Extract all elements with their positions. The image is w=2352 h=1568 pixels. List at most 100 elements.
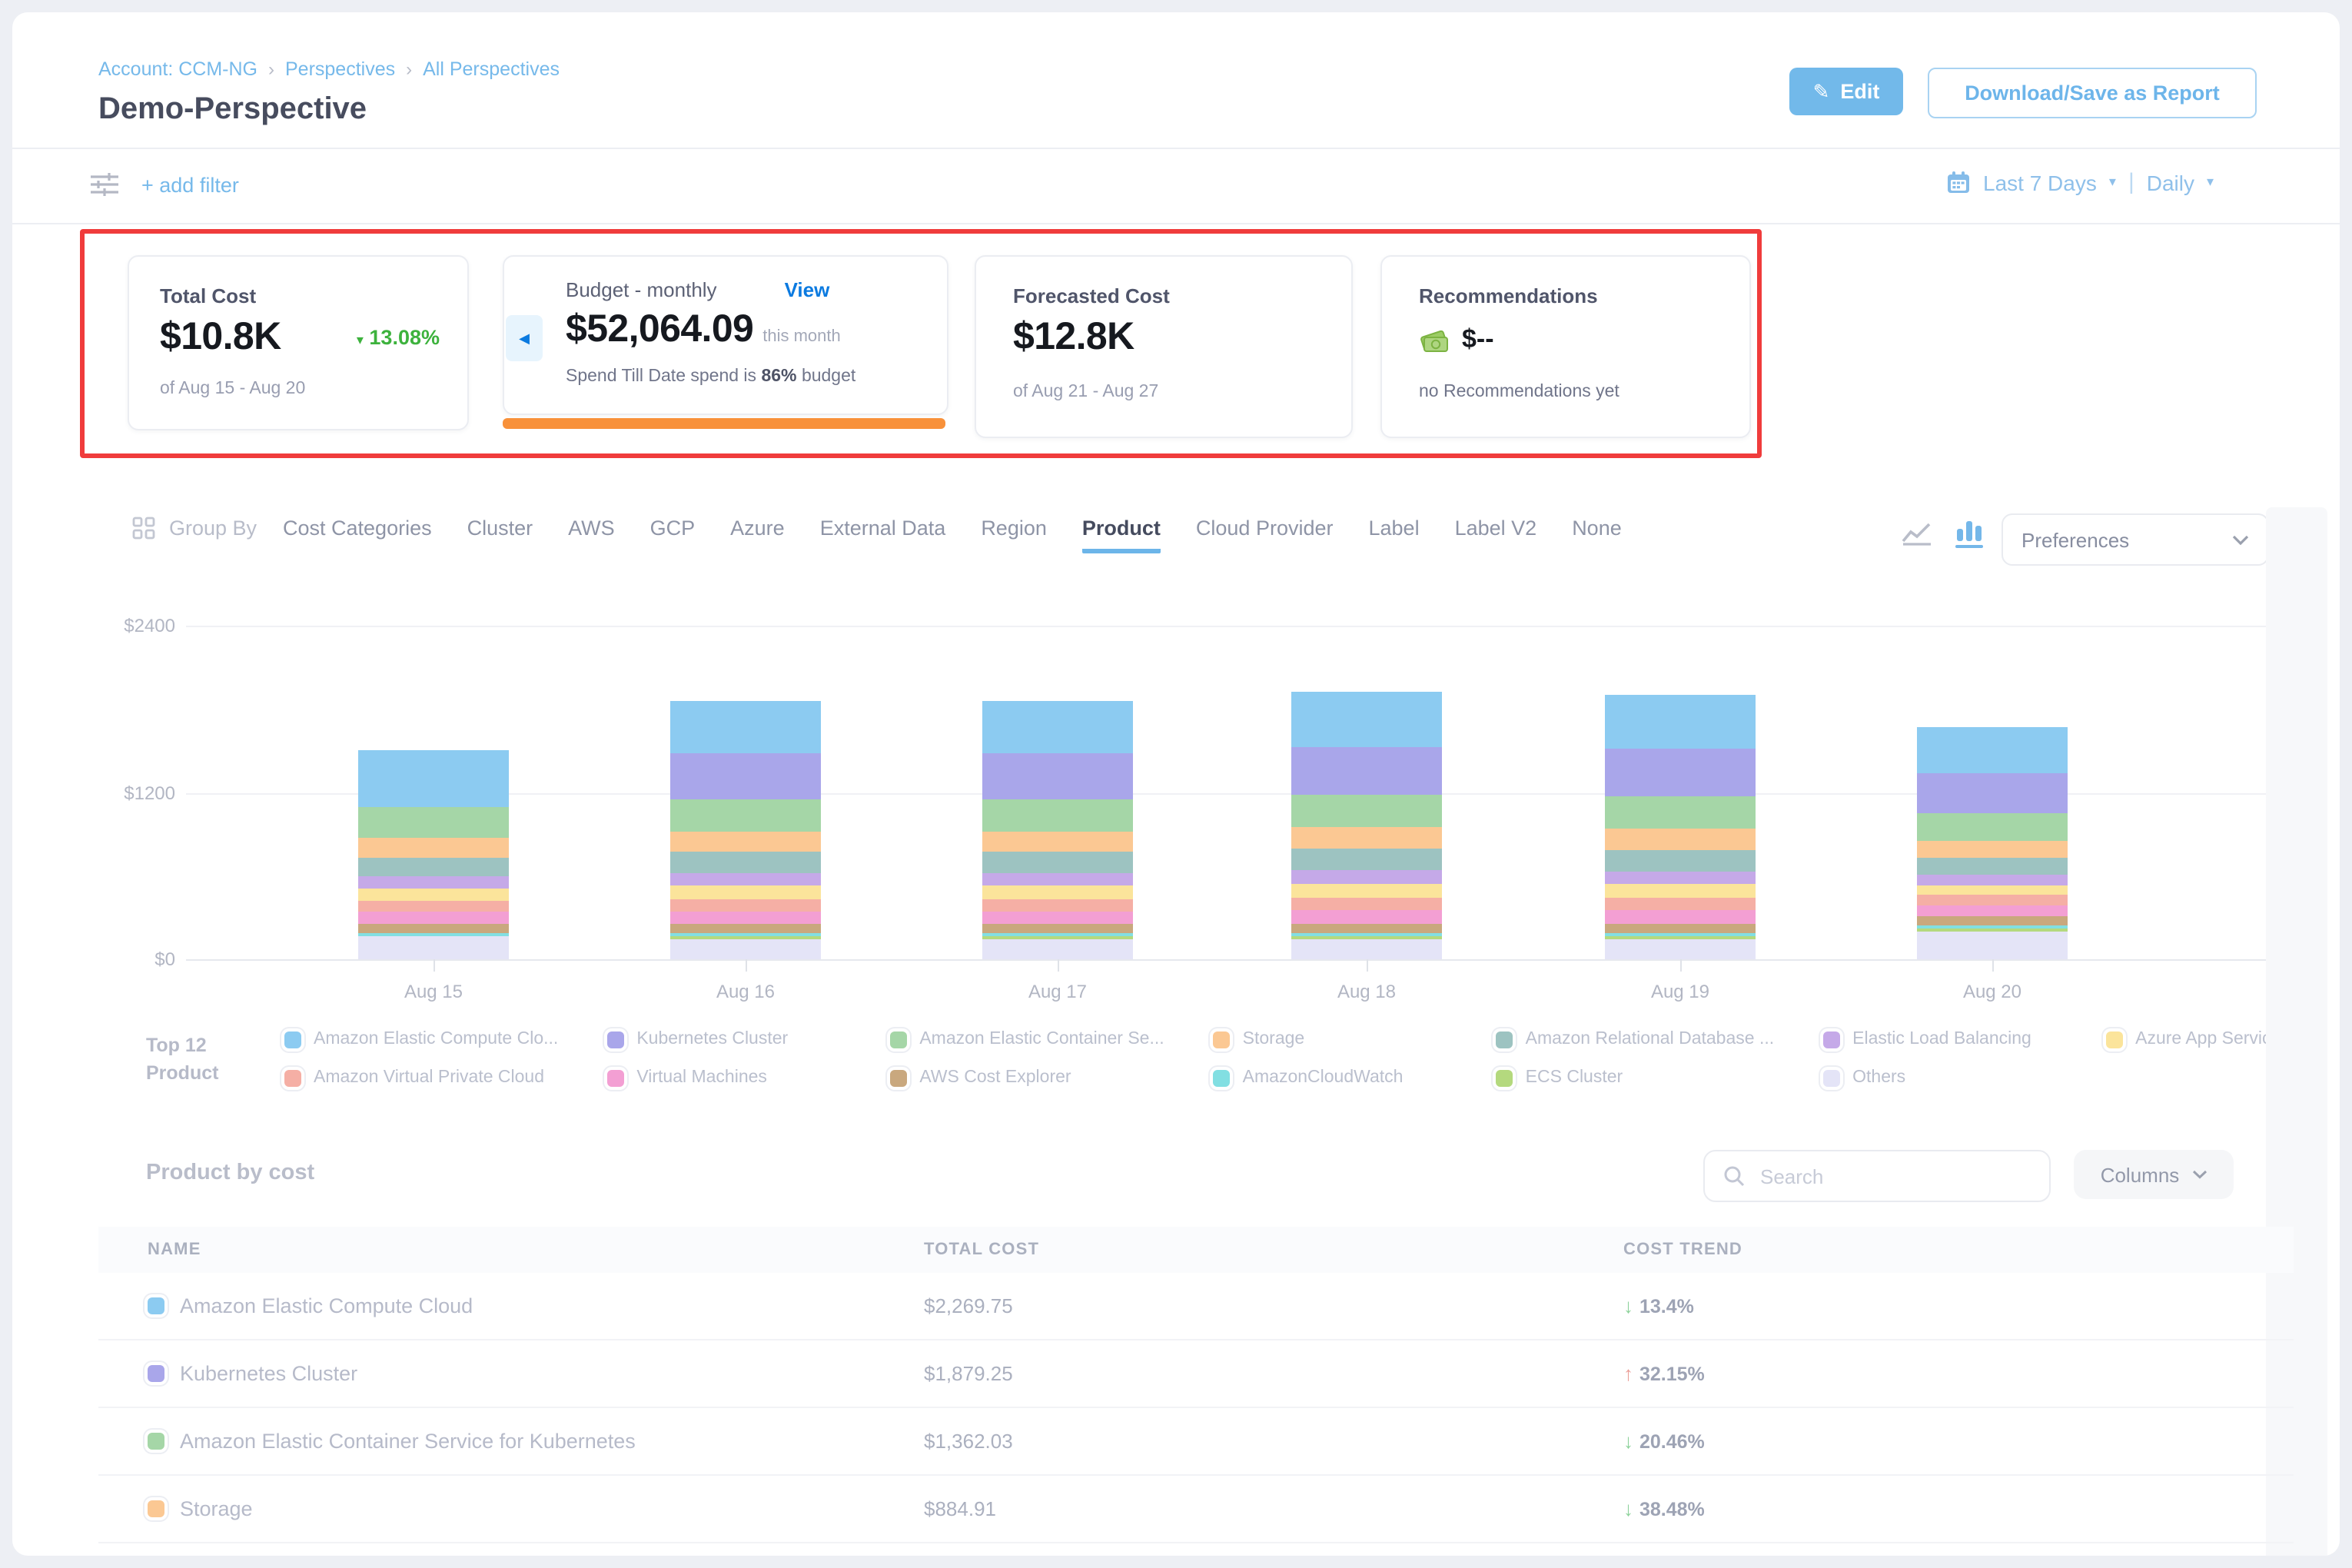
bar-segment-others[interactable] bbox=[1917, 932, 2068, 959]
bar-segment-amazon-virtual-private-cloud[interactable] bbox=[1291, 898, 1442, 911]
bar-segment-others[interactable] bbox=[670, 939, 821, 959]
legend-item-amazon-elastic-compute-cloud[interactable]: Amazon Elastic Compute Clo... bbox=[284, 1030, 558, 1048]
bar-segment-amazon-elastic-container-service-for-kubernetes[interactable] bbox=[982, 799, 1133, 832]
legend-item-kubernetes-cluster[interactable]: Kubernetes Cluster bbox=[607, 1030, 841, 1048]
preferences-dropdown[interactable]: Preferences bbox=[2002, 513, 2269, 566]
legend-item-amazon-elastic-container-service-for-kubernetes[interactable]: Amazon Elastic Container Se... bbox=[890, 1030, 1164, 1048]
bar-segment-storage[interactable] bbox=[982, 832, 1133, 852]
bar-segment-amazon-relational-database-service[interactable] bbox=[1605, 850, 1756, 871]
bar-segment-aws-cost-explorer[interactable] bbox=[1605, 924, 1756, 933]
bar-segment-ecs-cluster[interactable] bbox=[982, 936, 1133, 939]
bar-segment-storage[interactable] bbox=[1291, 827, 1442, 849]
bar-segment-elastic-load-balancing[interactable] bbox=[982, 873, 1133, 885]
tab-gcp[interactable]: GCP bbox=[650, 517, 696, 549]
tab-label[interactable]: Label bbox=[1369, 517, 1420, 549]
bar-segment-amazon-elastic-container-service-for-kubernetes[interactable] bbox=[1291, 795, 1442, 827]
legend-item-ecs-cluster[interactable]: ECS Cluster bbox=[1497, 1068, 1774, 1087]
bar-segment-others[interactable] bbox=[1291, 939, 1442, 959]
edit-button[interactable]: ✎ Edit bbox=[1789, 68, 1903, 115]
bar-segment-amazon-virtual-private-cloud[interactable] bbox=[670, 899, 821, 912]
bar-segment-amazon-relational-database-service[interactable] bbox=[358, 858, 509, 876]
bar-segment-kubernetes-cluster[interactable] bbox=[1605, 749, 1756, 796]
bar-segment-aws-cost-explorer[interactable] bbox=[1917, 915, 2068, 926]
bar-segment-kubernetes-cluster[interactable] bbox=[1917, 773, 2068, 813]
bar-segment-azure-app-service[interactable] bbox=[1291, 884, 1442, 898]
tab-cloud-provider[interactable]: Cloud Provider bbox=[1196, 517, 1334, 549]
bar-segment-virtual-machines[interactable] bbox=[1291, 911, 1442, 924]
line-chart-icon[interactable] bbox=[1900, 520, 1934, 546]
bar-segment-amazoncloudwatch[interactable] bbox=[1605, 933, 1756, 937]
granularity-selector[interactable]: Daily bbox=[2147, 170, 2194, 194]
bar-segment-amazoncloudwatch[interactable] bbox=[1917, 926, 2068, 929]
add-filter-link[interactable]: + add filter bbox=[141, 174, 239, 197]
bar-segment-amazon-elastic-compute-cloud[interactable] bbox=[670, 701, 821, 754]
search-input[interactable] bbox=[1757, 1163, 1994, 1189]
bar-segment-kubernetes-cluster[interactable] bbox=[1291, 746, 1442, 794]
bar-segment-amazoncloudwatch[interactable] bbox=[670, 933, 821, 937]
legend-item-others[interactable]: Others bbox=[1823, 1068, 2057, 1087]
chevron-down-icon[interactable]: ▾ bbox=[2109, 174, 2116, 191]
breadcrumb-account[interactable]: Account: CCM-NG bbox=[98, 58, 257, 80]
tab-none[interactable]: None bbox=[1572, 517, 1622, 549]
budget-view-link[interactable]: View bbox=[785, 278, 830, 301]
download-save-report-button[interactable]: Download/Save as Report bbox=[1928, 68, 2257, 118]
bar-segment-others[interactable] bbox=[982, 939, 1133, 959]
legend-item-aws-cost-explorer[interactable]: AWS Cost Explorer bbox=[890, 1068, 1164, 1087]
bar-segment-ecs-cluster[interactable] bbox=[1291, 936, 1442, 939]
bar-segment-amazon-relational-database-service[interactable] bbox=[982, 852, 1133, 873]
table-row-kubernetes-cluster[interactable]: Kubernetes Cluster$1,879.25↑32.15% bbox=[98, 1340, 2294, 1408]
tab-external-data[interactable]: External Data bbox=[820, 517, 946, 549]
bar-segment-elastic-load-balancing[interactable] bbox=[1605, 871, 1756, 884]
bar-segment-azure-app-service[interactable] bbox=[358, 889, 509, 901]
bar-segment-ecs-cluster[interactable] bbox=[1917, 929, 2068, 932]
tab-cluster[interactable]: Cluster bbox=[467, 517, 533, 549]
bar-segment-elastic-load-balancing[interactable] bbox=[670, 873, 821, 885]
filter-sliders-icon[interactable] bbox=[89, 171, 120, 198]
bar-segment-azure-app-service[interactable] bbox=[982, 885, 1133, 899]
table-header-total-cost[interactable]: TOTAL COST bbox=[924, 1241, 1623, 1259]
search-box[interactable] bbox=[1703, 1150, 2051, 1202]
table-row-storage[interactable]: Storage$884.91↓38.48% bbox=[98, 1476, 2294, 1543]
table-row-amazon-elastic-compute-cloud[interactable]: Amazon Elastic Compute Cloud$2,269.75↓13… bbox=[98, 1273, 2294, 1340]
bar-segment-amazon-elastic-compute-cloud[interactable] bbox=[358, 751, 509, 806]
bar-segment-azure-app-service[interactable] bbox=[1917, 885, 2068, 895]
bar-segment-amazoncloudwatch[interactable] bbox=[1291, 933, 1442, 937]
bar-segment-amazon-elastic-compute-cloud[interactable] bbox=[1291, 692, 1442, 746]
bar-segment-ecs-cluster[interactable] bbox=[670, 936, 821, 939]
bar-segment-azure-app-service[interactable] bbox=[1605, 884, 1756, 898]
budget-prev-button[interactable]: ◀ bbox=[506, 315, 543, 361]
bar-segment-storage[interactable] bbox=[1605, 829, 1756, 850]
bar-segment-kubernetes-cluster[interactable] bbox=[670, 753, 821, 799]
bar-segment-virtual-machines[interactable] bbox=[1605, 911, 1756, 924]
bar-segment-storage[interactable] bbox=[1917, 841, 2068, 858]
bar-segment-others[interactable] bbox=[358, 936, 509, 959]
bar-segment-amazon-virtual-private-cloud[interactable] bbox=[358, 901, 509, 912]
bar-segment-storage[interactable] bbox=[358, 839, 509, 858]
legend-item-amazon-virtual-private-cloud[interactable]: Amazon Virtual Private Cloud bbox=[284, 1068, 558, 1087]
bar-segment-amazon-relational-database-service[interactable] bbox=[1917, 858, 2068, 875]
legend-item-elastic-load-balancing[interactable]: Elastic Load Balancing bbox=[1823, 1030, 2057, 1048]
bar-segment-virtual-machines[interactable] bbox=[1917, 905, 2068, 915]
bar-segment-virtual-machines[interactable] bbox=[982, 912, 1133, 925]
bar-segment-virtual-machines[interactable] bbox=[670, 912, 821, 925]
bar-segment-amazon-elastic-container-service-for-kubernetes[interactable] bbox=[670, 799, 821, 832]
bar-segment-amazon-virtual-private-cloud[interactable] bbox=[1605, 899, 1756, 911]
time-range-selector[interactable]: Last 7 Days bbox=[1983, 170, 2097, 194]
bar-segment-amazon-virtual-private-cloud[interactable] bbox=[982, 899, 1133, 912]
bar-segment-amazoncloudwatch[interactable] bbox=[358, 933, 509, 937]
bar-segment-amazon-relational-database-service[interactable] bbox=[1291, 849, 1442, 870]
bar-segment-amazoncloudwatch[interactable] bbox=[982, 933, 1133, 937]
bar-segment-amazon-elastic-container-service-for-kubernetes[interactable] bbox=[358, 806, 509, 839]
tab-label-v2[interactable]: Label V2 bbox=[1455, 517, 1537, 549]
bar-segment-elastic-load-balancing[interactable] bbox=[1291, 870, 1442, 883]
legend-item-virtual-machines[interactable]: Virtual Machines bbox=[607, 1068, 841, 1087]
bar-segment-aws-cost-explorer[interactable] bbox=[982, 925, 1133, 933]
bar-segment-amazon-elastic-compute-cloud[interactable] bbox=[1917, 727, 2068, 773]
tab-aws[interactable]: AWS bbox=[568, 517, 615, 549]
table-header-name[interactable]: NAME bbox=[98, 1241, 924, 1259]
tab-product[interactable]: Product bbox=[1082, 517, 1161, 553]
bar-segment-ecs-cluster[interactable] bbox=[1605, 936, 1756, 939]
columns-button[interactable]: Columns bbox=[2074, 1150, 2234, 1199]
chevron-down-icon[interactable]: ▾ bbox=[2207, 174, 2214, 191]
breadcrumb-all-perspectives[interactable]: All Perspectives bbox=[423, 58, 560, 80]
